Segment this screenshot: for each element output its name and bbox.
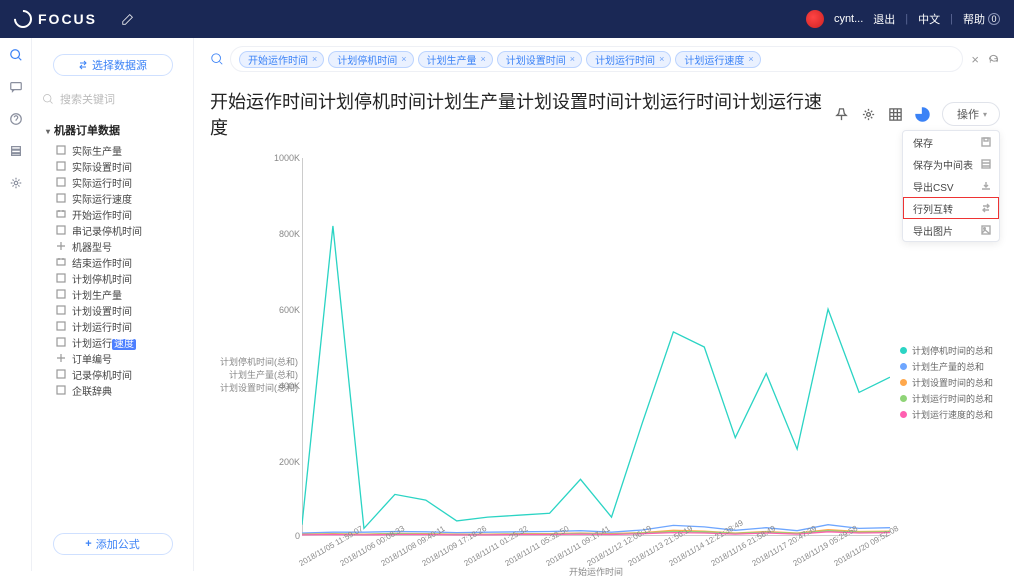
select-datasource-button[interactable]: 选择数据源 [53, 54, 173, 76]
tree-item[interactable]: 记录停机时间 [46, 366, 183, 382]
chip-close-icon[interactable]: × [570, 54, 575, 64]
search-placeholder: 搜索关键词 [60, 91, 115, 107]
legend-item[interactable]: 计划设置时间的总和 [900, 376, 1000, 389]
header-right: cynt... 退出 | 中文 | 帮助 0 [806, 10, 1000, 28]
tree-item[interactable]: 机器型号 [46, 238, 183, 254]
tree-item[interactable]: 实际运行时间 [46, 174, 183, 190]
tree-item[interactable]: 串记录停机时间 [46, 222, 183, 238]
avatar[interactable] [806, 10, 824, 28]
logout-link[interactable]: 退出 [873, 11, 895, 27]
legend-item[interactable]: 计划运行速度的总和 [900, 408, 1000, 421]
chip[interactable]: 计划运行时间× [586, 51, 671, 68]
menu-save[interactable]: 保存 [903, 131, 999, 153]
y-tick: 600K [266, 305, 300, 315]
tree-item[interactable]: 实际运行速度 [46, 190, 183, 206]
chip-close-icon[interactable]: × [312, 54, 317, 64]
gear-icon[interactable] [861, 107, 876, 122]
chip[interactable]: 计划运行速度× [675, 51, 760, 68]
field-tree: 机器订单数据 实际生产量 实际设置时间 实际运行时间 实际运行速度 开始运作时间… [32, 118, 193, 533]
operations-button[interactable]: 操作 ▾ [942, 102, 1000, 126]
edit-icon[interactable] [121, 12, 135, 26]
chip[interactable]: 计划停机时间× [328, 51, 413, 68]
tree-item[interactable]: 订单编号 [46, 350, 183, 366]
app-header: FOCUS cynt... 退出 | 中文 | 帮助 0 [0, 0, 1014, 38]
save-icon [981, 137, 991, 147]
table-small-icon [981, 159, 991, 169]
plot-area [302, 158, 890, 536]
page-title: 开始运作时间计划停机时间计划生产量计划设置时间计划运行时间计划运行速度 [210, 88, 834, 140]
tree-item[interactable]: 计划运行速度 [46, 334, 183, 350]
swap-icon [981, 203, 991, 213]
tree-section[interactable]: 机器订单数据 [46, 122, 183, 138]
help-rail-icon[interactable] [9, 112, 23, 126]
y-tick: 1000K [266, 153, 300, 163]
chat-rail-icon[interactable] [9, 80, 23, 94]
y-tick: 800K [266, 229, 300, 239]
download-icon [981, 181, 991, 191]
chevron-down-icon: ▾ [983, 110, 987, 119]
add-formula-button[interactable]: +添加公式 [53, 533, 173, 555]
menu-export-csv[interactable]: 导出CSV [903, 175, 999, 197]
tree-item[interactable]: 实际设置时间 [46, 158, 183, 174]
chip[interactable]: 计划设置时间× [497, 51, 582, 68]
tree-item[interactable]: 计划运行时间 [46, 318, 183, 334]
refresh-icon[interactable] [987, 53, 1000, 66]
menu-export-image[interactable]: 导出图片 [903, 219, 999, 241]
username[interactable]: cynt... [834, 13, 863, 25]
logo-icon [10, 6, 35, 31]
legend-item[interactable]: 计划停机时间的总和 [900, 344, 1000, 357]
chart-toolbar: 操作 ▾ 保存 保存为中间表 导出CSV 行列互转 导出图片 [834, 102, 1000, 126]
tree-item[interactable]: 计划设置时间 [46, 302, 183, 318]
chip-container[interactable]: 开始运作时间× 计划停机时间× 计划生产量× 计划设置时间× 计划运行时间× 计… [230, 46, 963, 72]
y-tick: 200K [266, 457, 300, 467]
lang-toggle[interactable]: 中文 [918, 11, 940, 27]
sidebar: 选择数据源 搜索关键词 机器订单数据 实际生产量 实际设置时间 实际运行时间 实… [32, 38, 194, 571]
tree-item[interactable]: 企联辞典 [46, 382, 183, 398]
tree-item[interactable]: 开始运作时间 [46, 206, 183, 222]
arrow-swap-icon [78, 60, 88, 70]
menu-save-intermediate[interactable]: 保存为中间表 [903, 153, 999, 175]
chip-close-icon[interactable]: × [401, 54, 406, 64]
y-tick: 400K [266, 381, 300, 391]
chip[interactable]: 计划生产量× [418, 51, 493, 68]
pin-icon[interactable] [834, 107, 849, 122]
clear-query-icon[interactable]: × [969, 52, 981, 67]
table-icon[interactable] [888, 107, 903, 122]
menu-transpose[interactable]: 行列互转 [903, 197, 999, 219]
help-link[interactable]: 帮助 0 [963, 11, 1000, 27]
tree-item[interactable]: 计划停机时间 [46, 270, 183, 286]
tree-item[interactable]: 实际生产量 [46, 142, 183, 158]
x-axis-label: 开始运作时间 [569, 565, 623, 578]
pie-icon[interactable] [915, 107, 930, 122]
main-panel: 开始运作时间× 计划停机时间× 计划生产量× 计划设置时间× 计划运行时间× 计… [194, 38, 1014, 571]
chip-close-icon[interactable]: × [481, 54, 486, 64]
image-icon [981, 225, 991, 235]
help-count: 0 [988, 13, 1000, 25]
search-icon [42, 93, 54, 105]
tree-item[interactable]: 计划生产量 [46, 286, 183, 302]
x-ticks: 2018/11/05 11:59:07 2018/11/06 00:08:33 … [302, 538, 890, 576]
brand-text: FOCUS [38, 11, 97, 27]
query-search-icon[interactable] [210, 52, 224, 66]
settings-rail-icon[interactable] [9, 176, 23, 190]
operations-menu: 保存 保存为中间表 导出CSV 行列互转 导出图片 [902, 130, 1000, 242]
stack-rail-icon[interactable] [9, 144, 23, 158]
sidebar-search[interactable]: 搜索关键词 [42, 88, 183, 110]
legend-item[interactable]: 计划运行时间的总和 [900, 392, 1000, 405]
search-rail-icon[interactable] [9, 48, 23, 62]
chart: 计划停机时间(总和) 计划生产量(总和) 计划设置时间(总和) 1000K 80… [210, 146, 1000, 586]
left-rail [0, 38, 32, 571]
query-bar: 开始运作时间× 计划停机时间× 计划生产量× 计划设置时间× 计划运行时间× 计… [210, 46, 1000, 72]
chip[interactable]: 开始运作时间× [239, 51, 324, 68]
tree-item[interactable]: 结束运作时间 [46, 254, 183, 270]
y-tick: 0 [266, 531, 300, 541]
logo: FOCUS [14, 10, 97, 28]
legend-item[interactable]: 计划生产量的总和 [900, 360, 1000, 373]
chip-close-icon[interactable]: × [659, 54, 664, 64]
chip-close-icon[interactable]: × [748, 54, 753, 64]
legend: 计划停机时间的总和 计划生产量的总和 计划设置时间的总和 计划运行时间的总和 计… [900, 344, 1000, 424]
